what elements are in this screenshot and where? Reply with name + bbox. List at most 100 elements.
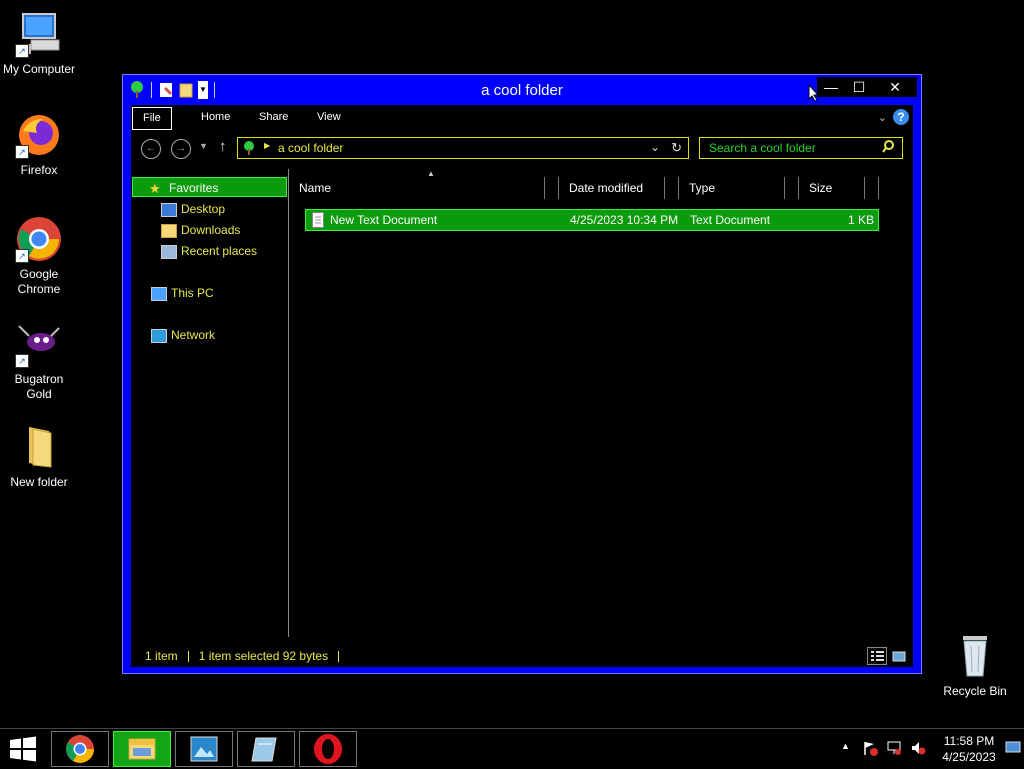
- file-name: New Text Document: [330, 213, 438, 227]
- tab-share[interactable]: Share: [249, 107, 298, 128]
- address-path[interactable]: a cool folder: [278, 141, 343, 155]
- nav-desktop[interactable]: Desktop: [161, 199, 225, 219]
- taskbar-photos[interactable]: [175, 731, 233, 767]
- column-divider: [665, 177, 679, 199]
- nav-desktop-label: Desktop: [181, 202, 226, 216]
- navigation-pane: ★ Favorites Desktop Downloads Recent plac…: [131, 169, 289, 637]
- details-view-button[interactable]: [867, 647, 887, 665]
- shortcut-arrow-icon: ↗: [15, 145, 29, 159]
- desktop-icon-label: Bugatron Gold: [14, 372, 64, 401]
- file-size: 1 KB: [847, 213, 874, 227]
- computer-icon: ↗: [15, 10, 63, 58]
- nav-downloads[interactable]: Downloads: [161, 220, 240, 240]
- column-header-date[interactable]: Date modified: [559, 177, 665, 199]
- minimize-button[interactable]: —: [817, 77, 845, 97]
- desktop-icon-label: Recycle Bin: [943, 684, 1007, 698]
- large-icons-view-button[interactable]: [889, 647, 909, 665]
- explorer-window: ▼ a cool folder — ☐ ✕ File Home Share Vi…: [122, 74, 922, 674]
- tree-icon: [242, 140, 256, 159]
- file-list: ▲ Name Date modified Type Size New Text …: [289, 169, 913, 637]
- navigation-bar: ← → ▼ ↑ ▶ a cool folder ⌄ ↻ Search a coo…: [131, 133, 913, 163]
- desktop-icon-my-computer[interactable]: ↗ My Computer: [0, 10, 79, 77]
- title-bar[interactable]: ▼ a cool folder — ☐ ✕: [123, 75, 921, 105]
- show-hidden-icons-button[interactable]: ▲: [841, 741, 850, 751]
- search-icon[interactable]: [882, 140, 894, 157]
- nav-network[interactable]: Network: [151, 325, 215, 345]
- column-header-name[interactable]: Name: [289, 177, 545, 199]
- downloads-icon: [161, 223, 177, 238]
- file-explorer-icon: [128, 738, 156, 760]
- ribbon-expand-icon[interactable]: ⌄: [878, 111, 887, 124]
- notification-icon[interactable]: [1005, 741, 1021, 758]
- tab-home[interactable]: Home: [191, 107, 240, 128]
- column-header-type[interactable]: Type: [679, 177, 785, 199]
- recent-places-icon: [161, 244, 177, 259]
- address-bar[interactable]: ▶ a cool folder ⌄ ↻: [237, 137, 689, 159]
- column-header-size[interactable]: Size: [799, 177, 865, 199]
- up-button[interactable]: ↑: [219, 138, 227, 155]
- mouse-cursor-icon: [808, 83, 820, 105]
- desktop-icon-google-chrome[interactable]: ↗ Google Chrome: [0, 215, 79, 297]
- back-button[interactable]: ←: [141, 139, 161, 159]
- desktop-icon-label: Firefox: [20, 163, 58, 177]
- ribbon: File Home Share View ⌄ ?: [131, 105, 913, 131]
- nav-this-pc[interactable]: This PC: [151, 283, 214, 303]
- shortcut-arrow-icon: ↗: [15, 249, 29, 263]
- desktop-icon-new-folder[interactable]: New folder: [0, 423, 79, 490]
- nav-network-label: Network: [171, 328, 216, 342]
- status-selection: 1 item selected 92 bytes: [198, 649, 329, 663]
- taskbar-opera[interactable]: [299, 731, 357, 767]
- desktop-icon-firefox[interactable]: ↗ Firefox: [0, 111, 79, 178]
- help-button[interactable]: ?: [893, 109, 909, 125]
- address-dropdown-icon[interactable]: ⌄: [650, 140, 660, 154]
- chrome-icon: ↗: [15, 215, 63, 263]
- taskbar: ▲ 11:58 PM 4/25/2023: [0, 728, 1024, 768]
- nav-this-pc-label: This PC: [171, 286, 214, 300]
- action-center-flag-icon[interactable]: [862, 740, 878, 759]
- desktop-icon-label: New folder: [10, 475, 68, 489]
- network-icon: [151, 328, 167, 343]
- column-divider: [545, 177, 559, 199]
- tab-view[interactable]: View: [307, 107, 351, 128]
- notepad-icon: [251, 737, 277, 762]
- separator: [187, 651, 189, 663]
- recent-locations-dropdown-icon[interactable]: ▼: [199, 141, 208, 151]
- taskbar-clock[interactable]: 11:58 PM 4/25/2023: [934, 733, 1004, 765]
- shortcut-arrow-icon: ↗: [15, 354, 29, 368]
- firefox-icon: ↗: [15, 111, 63, 159]
- taskbar-file-explorer[interactable]: [113, 731, 171, 767]
- search-box[interactable]: Search a cool folder: [699, 137, 903, 159]
- star-icon: ★: [149, 180, 161, 196]
- shortcut-arrow-icon: ↗: [15, 44, 29, 58]
- clock-time: 11:58 PM: [943, 734, 995, 748]
- refresh-icon[interactable]: ↻: [671, 140, 682, 156]
- nav-recent-places-label: Recent places: [181, 244, 258, 258]
- file-type: Text Document: [690, 213, 771, 227]
- window-content: File Home Share View ⌄ ? ← → ▼ ↑ ▶ a coo…: [131, 105, 913, 667]
- desktop-icon-label: My Computer: [2, 62, 76, 76]
- volume-muted-icon[interactable]: [910, 740, 926, 759]
- maximize-button[interactable]: ☐: [845, 77, 873, 97]
- nav-favorites[interactable]: ★ Favorites: [132, 177, 287, 197]
- desktop-icon-bugatron-gold[interactable]: ↗ Bugatron Gold: [0, 320, 79, 402]
- taskbar-chrome[interactable]: [51, 731, 109, 767]
- nav-recent-places[interactable]: Recent places: [161, 241, 257, 261]
- start-menu-button[interactable]: [8, 736, 38, 765]
- tab-file[interactable]: File: [132, 107, 172, 130]
- column-divider: [865, 177, 879, 199]
- separator: [338, 651, 340, 663]
- bugatron-icon: ↗: [15, 320, 63, 368]
- desktop-icon-recycle-bin[interactable]: Recycle Bin: [935, 632, 1015, 699]
- forward-button[interactable]: →: [171, 139, 191, 159]
- photos-icon: [190, 736, 218, 762]
- file-row[interactable]: New Text Document 4/25/2023 10:34 PM Tex…: [305, 209, 879, 231]
- file-date: 4/25/2023 10:34 PM: [570, 213, 679, 227]
- breadcrumb-chevron-icon[interactable]: ▶: [264, 141, 270, 150]
- column-divider: [785, 177, 799, 199]
- taskbar-notepad[interactable]: [237, 731, 295, 767]
- network-tray-icon[interactable]: [886, 740, 902, 759]
- desktop-icon-label: Google Chrome: [17, 267, 61, 296]
- nav-downloads-label: Downloads: [181, 223, 241, 237]
- close-button[interactable]: ✕: [873, 77, 917, 97]
- folder-icon: [15, 423, 63, 471]
